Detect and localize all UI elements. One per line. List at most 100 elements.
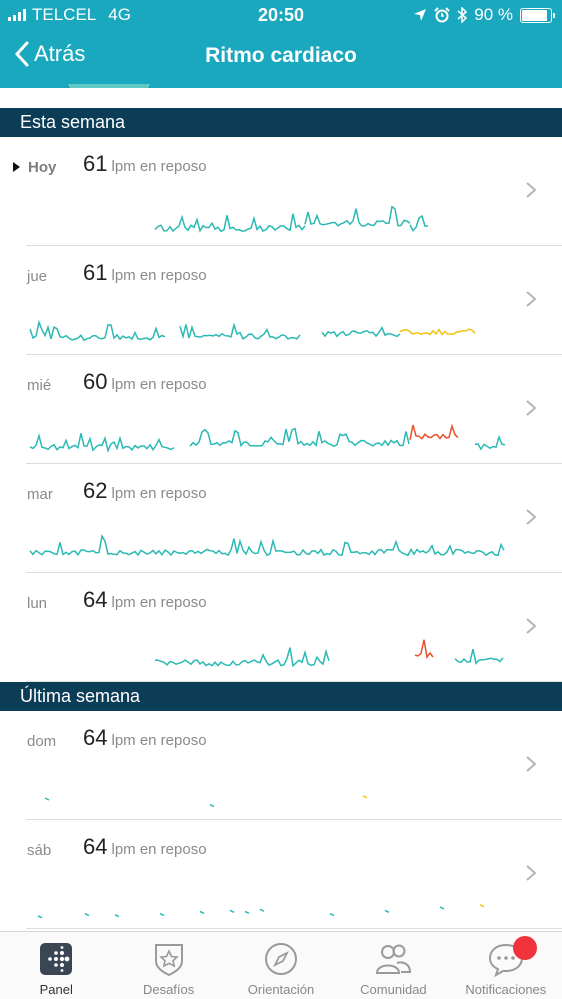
tab-notifications[interactable]: Notificaciones [450, 932, 562, 999]
day-label: mar [27, 486, 53, 503]
chevron-right-icon [526, 291, 537, 307]
page-title: Ritmo cardiaco [205, 44, 357, 67]
resting-bpm: 61 lpm en reposo [83, 151, 207, 177]
tab-community-label: Comunidad [360, 982, 427, 997]
sparkline-segment [229, 909, 235, 913]
notification-badge [512, 936, 537, 960]
chevron-right-icon [526, 400, 537, 416]
sparkline-segment [479, 904, 485, 908]
day-label: jue [27, 268, 48, 285]
sparkline-segment [321, 326, 401, 338]
bpm-value: 64 [83, 834, 108, 859]
bpm-value: 61 [83, 151, 108, 176]
bpm-value: 64 [83, 725, 108, 750]
sparkline-segment [409, 214, 429, 232]
challenges-star-icon [154, 944, 183, 977]
sparkline-segment [29, 432, 175, 453]
current-day-marker-icon [13, 162, 20, 172]
sparkline-segment [159, 912, 165, 917]
heart-rate-screen: TELCEL 4G 20:50 90 % Atrás Ritmo cardiac… [0, 0, 562, 999]
sparkline-segment [362, 795, 368, 799]
bluetooth-icon [457, 7, 468, 23]
sparkline-segment [304, 205, 411, 227]
resting-bpm: 64 lpm en reposo [83, 587, 207, 613]
community-icon [376, 944, 412, 974]
bpm-value: 60 [83, 369, 108, 394]
sparkline-segment [179, 322, 301, 340]
resting-bpm: 62 lpm en reposo [83, 478, 207, 504]
day-row[interactable]: sáb 64 lpm en reposo [0, 820, 562, 929]
day-label: lun [27, 595, 48, 612]
bpm-value: 61 [83, 260, 108, 285]
day-row[interactable]: mar 62 lpm en reposo [0, 464, 562, 573]
heart-rate-sparkline [154, 639, 504, 668]
heart-rate-sparkline [44, 795, 368, 808]
sparkline-segment [37, 915, 43, 919]
bpm-unit: lpm en reposo [111, 376, 207, 393]
resting-bpm: 60 lpm en reposo [83, 369, 207, 395]
sparkline-segment [414, 639, 434, 659]
bpm-unit: lpm en reposo [111, 594, 207, 611]
chevron-right-icon [526, 182, 537, 198]
sparkline-segment [189, 427, 410, 448]
heart-rate-sparkline [29, 533, 505, 557]
sparkline-segment [199, 910, 205, 915]
day-label: mié [27, 377, 52, 394]
battery-fill [522, 9, 548, 21]
chevron-right-icon [526, 618, 537, 634]
sparkline-segment [84, 912, 90, 917]
sparkline-segment [439, 906, 445, 910]
heart-rate-sparkline [154, 205, 429, 233]
heart-rate-sparkline [37, 904, 485, 919]
tab-bar: Panel Desafíos Orientación Comunidad Not… [0, 931, 562, 999]
tab-guidance-label: Orientación [247, 982, 315, 997]
tab-challenges[interactable]: Desafíos [112, 932, 224, 999]
bpm-unit: lpm en reposo [111, 267, 207, 284]
location-arrow-icon [414, 9, 427, 21]
tab-challenges-label: Desafíos [142, 982, 195, 997]
sparkline-segment [409, 423, 459, 440]
status-bar: TELCEL 4G 20:50 90 % [0, 0, 562, 30]
tab-community[interactable]: Comunidad [337, 932, 449, 999]
sparkline-segment [154, 213, 306, 233]
day-row[interactable]: Hoy 61 lpm en reposo [0, 137, 562, 246]
day-row[interactable]: dom 64 lpm en reposo [0, 711, 562, 820]
day-row[interactable]: jue 61 lpm en reposo [0, 246, 562, 355]
heart-rate-sparkline [29, 423, 506, 453]
top-bar: TELCEL 4G 20:50 90 % Atrás Ritmo cardiac… [0, 0, 562, 88]
day-label: sáb [27, 842, 52, 859]
section-header-last-week: Última semana [0, 682, 562, 711]
tab-panel[interactable]: Panel [0, 932, 112, 999]
alarm-icon [434, 7, 450, 23]
bpm-unit: lpm en reposo [111, 732, 207, 749]
bpm-value: 64 [83, 587, 108, 612]
heart-rate-sparkline [29, 319, 476, 342]
sparkline-segment [329, 912, 335, 917]
day-label: dom [27, 733, 57, 750]
sparkline-segment [384, 909, 390, 913]
sparkline-segment [474, 434, 506, 451]
bpm-unit: lpm en reposo [111, 841, 207, 858]
sparkline-segment [209, 803, 215, 808]
sparkline-segment [29, 319, 166, 342]
sparkline-segment [399, 328, 476, 336]
chevron-right-icon [526, 756, 537, 772]
tab-notifications-label: Notificaciones [465, 982, 547, 997]
chevron-right-icon [526, 509, 537, 525]
sparkline-segment [454, 648, 504, 665]
compass-icon [265, 943, 298, 975]
battery-percent: 90 % [474, 5, 513, 24]
dashboard-icon [40, 943, 73, 975]
day-label: Hoy [28, 159, 57, 176]
status-right: 90 % [413, 5, 555, 25]
tab-guidance[interactable]: Orientación [225, 932, 337, 999]
bpm-unit: lpm en reposo [111, 485, 207, 502]
nav-bar: Atrás Ritmo cardiaco [0, 30, 562, 88]
day-row[interactable]: lun 64 lpm en reposo [0, 573, 562, 682]
day-list[interactable]: Esta semana Hoy 61 lpm en reposo jue 61 lpm e… [0, 88, 562, 931]
bpm-value: 62 [83, 478, 108, 503]
resting-bpm: 64 lpm en reposo [83, 725, 207, 751]
day-row[interactable]: mié 60 lpm en reposo [0, 355, 562, 464]
bpm-unit: lpm en reposo [111, 158, 207, 175]
sparkline-segment [44, 797, 50, 801]
